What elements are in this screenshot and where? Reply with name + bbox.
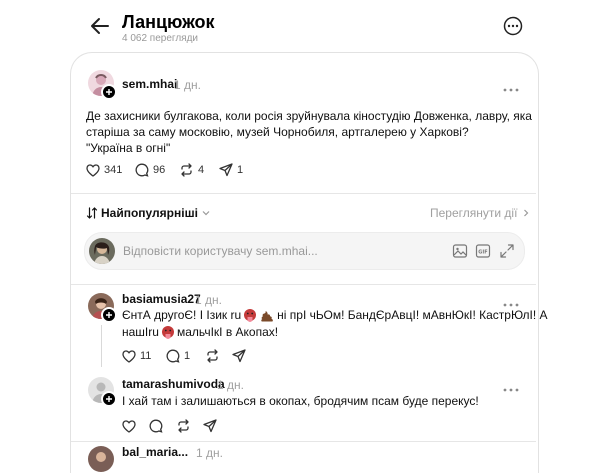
post-text-line: "Україна в огні" <box>86 141 171 155</box>
comment-username[interactable]: basiamusia27 <box>122 292 201 306</box>
view-activity-label: Переглянути дії <box>430 206 518 220</box>
send-icon <box>203 419 217 433</box>
post-username[interactable]: sem.mhai <box>122 77 177 91</box>
share-button[interactable]: 1 <box>219 162 243 178</box>
comment-time: 1 дн. <box>217 378 244 392</box>
view-count: 4 062 перегляди <box>122 33 199 44</box>
gif-icon[interactable]: GIF <box>475 243 491 264</box>
thread-connector <box>101 325 102 367</box>
more-options-icon[interactable] <box>503 16 523 36</box>
repost-button[interactable]: 4 <box>179 162 204 178</box>
like-count: 341 <box>104 164 123 176</box>
sort-icon <box>86 207 98 219</box>
my-avatar <box>89 238 115 264</box>
comment-text-part: ні прІ чЬОм! БандЄрАвцІ! мАвнЮкІ! КастрЮ… <box>277 308 548 322</box>
reply-input[interactable] <box>123 242 423 260</box>
comment-icon <box>135 163 149 177</box>
chevron-right-icon <box>524 209 529 217</box>
share-button[interactable] <box>232 348 246 364</box>
send-icon <box>219 163 233 177</box>
sort-dropdown[interactable]: Найпопулярніші <box>86 206 211 220</box>
comment-text-line: І хай там і залишаються в окопах, бродяч… <box>122 394 479 408</box>
follow-plus-icon[interactable] <box>101 307 117 323</box>
heart-icon <box>86 163 100 177</box>
comment-username[interactable]: bal_maria... <box>122 445 188 459</box>
comment-button[interactable]: 1 <box>166 348 190 364</box>
comment-more-icon[interactable] <box>503 295 519 307</box>
comment-text-part: нашІru <box>122 325 159 339</box>
view-activity-link[interactable]: Переглянути дії <box>430 206 531 220</box>
comment-text-line: нашІru мальчІкІ в Акопах! <box>122 324 278 341</box>
avatar[interactable] <box>88 446 114 472</box>
divider <box>71 284 536 285</box>
sort-label: Найпопулярніші <box>101 206 198 220</box>
comment-count: 1 <box>184 350 191 362</box>
thread-header: Ланцюжок 4 062 перегляди <box>0 0 608 52</box>
like-button[interactable]: 341 <box>86 162 122 178</box>
comment-text-line: ЄнтА другоЄ! І Ізик ru ні прІ чЬОм! Банд… <box>122 307 548 324</box>
comment-button[interactable] <box>149 418 163 434</box>
repost-button[interactable] <box>205 348 220 364</box>
comment-time: 1 дн. <box>196 446 223 460</box>
tongue-emoji-icon <box>244 308 257 322</box>
comment-time: 1 дн. <box>195 293 222 307</box>
heart-icon <box>122 349 136 363</box>
poop-emoji-icon <box>261 310 274 321</box>
comment-button[interactable]: 96 <box>135 162 165 178</box>
like-button[interactable] <box>122 418 136 434</box>
follow-plus-icon[interactable] <box>101 84 117 100</box>
image-icon[interactable] <box>452 243 468 264</box>
comment-count: 96 <box>153 164 166 176</box>
share-button[interactable] <box>203 418 217 434</box>
like-count: 11 <box>140 350 152 362</box>
follow-plus-icon[interactable] <box>101 391 117 407</box>
comment-text-part: мальчІкІ в Акопах! <box>176 325 279 339</box>
svg-text:GIF: GIF <box>478 250 487 256</box>
post-text-line: старіша за саму московію, музей Чорнобил… <box>86 125 469 139</box>
comment-icon <box>166 349 180 363</box>
post-time: 1 дн. <box>174 78 201 92</box>
divider <box>71 193 536 194</box>
comment-icon <box>149 419 163 433</box>
repost-count: 4 <box>198 164 205 176</box>
divider <box>71 441 536 442</box>
repost-icon <box>207 349 218 363</box>
chevron-down-icon <box>202 211 210 216</box>
like-button[interactable]: 11 <box>122 348 151 364</box>
share-count: 1 <box>237 164 244 176</box>
expand-icon[interactable] <box>499 243 515 264</box>
reply-box: GIF <box>84 232 525 270</box>
comment-text-part: ЄнтА другоЄ! І Ізик ru <box>122 308 242 322</box>
repost-button[interactable] <box>176 418 191 434</box>
repost-icon <box>181 163 192 177</box>
post-more-icon[interactable] <box>503 80 519 92</box>
send-icon <box>232 349 246 363</box>
tongue-emoji-icon <box>161 325 174 339</box>
page-title: Ланцюжок <box>122 12 215 32</box>
repost-icon <box>178 419 189 433</box>
heart-icon <box>122 419 136 433</box>
back-arrow-icon[interactable] <box>88 14 112 38</box>
comment-more-icon[interactable] <box>503 380 519 392</box>
post-text-line: Де захисники булгакова, коли росія зруйн… <box>86 109 532 123</box>
comment-username[interactable]: tamarashumivoda <box>122 377 225 391</box>
